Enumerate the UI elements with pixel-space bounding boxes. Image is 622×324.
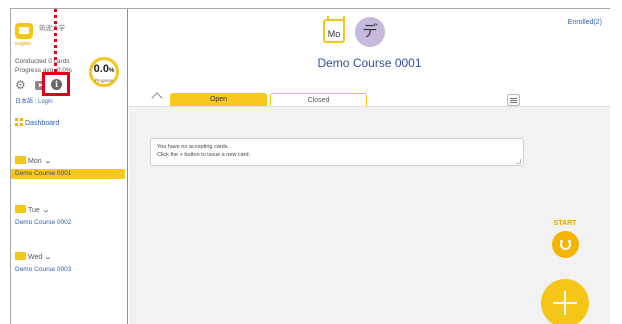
avatar[interactable]: デ [355, 17, 385, 47]
sidebar-item-demo-course-0002[interactable]: Demo Course 0002 [11, 218, 125, 228]
day-header-mon[interactable]: Mon⌄ [15, 156, 53, 166]
day-header-wed[interactable]: Wed⌄ [15, 252, 53, 262]
sidebar-item-demo-course-0003[interactable]: Demo Course 0003 [11, 265, 125, 275]
smile-icon-mouth [560, 243, 571, 250]
folder-icon [15, 252, 26, 260]
day-label: Tue [28, 207, 40, 214]
folder-icon [15, 156, 26, 164]
day-label: Wed [28, 254, 43, 261]
day-header-tue[interactable]: Tue⌄ [15, 205, 51, 215]
tab-open[interactable]: Open [170, 93, 267, 107]
sidebar: eugien 筑波大学 Conducted 0 cards Progress a… [11, 9, 128, 324]
university-name: 筑波大学 [39, 25, 65, 32]
dashboard-icon [15, 118, 23, 126]
chevron-down-icon: ⌄ [42, 158, 53, 165]
page-title: Demo Course 0001 [317, 56, 422, 70]
chevron-down-icon: ⌄ [43, 254, 53, 261]
sidebar-item-label: Dashboard [25, 120, 60, 127]
menu-icon[interactable] [507, 94, 520, 106]
progress-label: Progress [94, 78, 113, 83]
start-label: START [553, 220, 577, 227]
gear-icon[interactable]: ⚙ [15, 79, 26, 91]
start-button[interactable] [552, 231, 579, 258]
chevron-down-icon: ⌄ [41, 207, 51, 214]
annotation-pointer [54, 9, 57, 72]
progress-gauge: 0.0% Progress [89, 57, 119, 87]
progress-value: 0.0% [93, 63, 115, 75]
resize-handle [516, 159, 521, 164]
card-list-area: You have no accepting cards. Click the +… [129, 106, 610, 324]
notice-line-1: You have no accepting cards. [157, 144, 229, 150]
info-icon[interactable]: i [51, 79, 62, 90]
empty-cards-notice: You have no accepting cards. Click the +… [150, 138, 524, 166]
plus-icon-vertical [564, 291, 566, 315]
info-highlight-box: i [42, 72, 70, 96]
add-card-button[interactable] [541, 279, 589, 324]
tab-closed[interactable]: Closed [270, 93, 367, 107]
enrolled-link[interactable]: Enrolled(2) [568, 19, 602, 26]
sidebar-item-dashboard[interactable]: Dashboard [15, 118, 59, 128]
language-login-link[interactable]: 日本語 : Login [15, 96, 53, 105]
conducted-count: Conducted 0 cards [15, 58, 70, 65]
logo-icon [15, 23, 33, 39]
logo-text: eugien [15, 41, 32, 47]
day-label: Mon [28, 158, 42, 165]
app-window: eugien 筑波大学 Conducted 0 cards Progress a… [10, 8, 610, 324]
day-badge: Mo [323, 16, 345, 43]
notice-line-2: Click the + button to issue a new card. [157, 152, 251, 158]
sidebar-item-demo-course-0001[interactable]: Demo Course 0001 [11, 169, 125, 179]
day-badge-text: Mo [327, 29, 341, 39]
chevron-up-icon[interactable] [151, 92, 163, 104]
folder-icon [15, 205, 26, 213]
main-panel: Mo デ Enrolled(2) Demo Course 0001 Open C… [129, 9, 610, 324]
app-logo: eugien [15, 23, 35, 49]
